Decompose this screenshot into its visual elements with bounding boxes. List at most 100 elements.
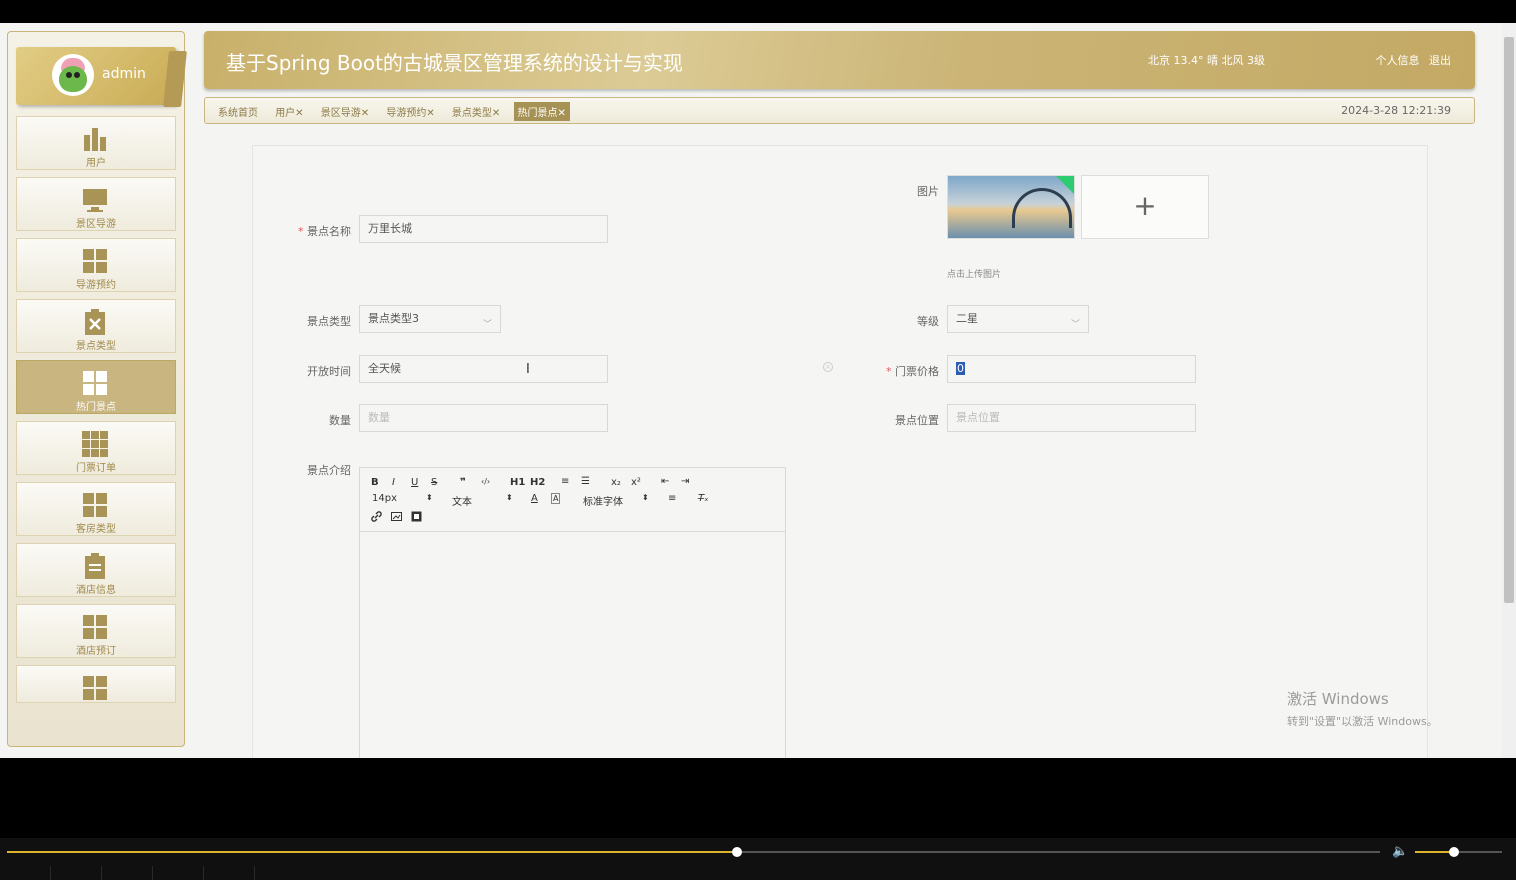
outdent-button[interactable]: ⇤ <box>661 476 669 487</box>
sidebar-item-hot-spots[interactable]: 热门景点 <box>16 360 176 414</box>
font-color-icon[interactable]: A <box>531 493 538 504</box>
app-header: 基于Spring Boot的古城景区管理系统的设计与实现 北京 13.4° 晴 … <box>204 31 1475 89</box>
app-title: 基于Spring Boot的古城景区管理系统的设计与实现 <box>226 51 683 75</box>
strike-button[interactable]: S <box>431 477 437 488</box>
link-icon[interactable] <box>371 511 382 522</box>
block-style-select[interactable]: 文本 <box>452 493 472 508</box>
sort-icon: ⬍ <box>506 493 513 502</box>
spot-type-value: 景点类型3 <box>368 312 419 325</box>
tab-home[interactable]: 系统首页 <box>214 102 262 121</box>
image-upload-button[interactable]: + <box>1081 175 1209 239</box>
quote-button[interactable]: ❞ <box>460 477 466 488</box>
avatar-frog <box>59 66 87 92</box>
volume-icon[interactable]: 🔈 <box>1392 844 1408 859</box>
bullet-list-button[interactable]: ☰ <box>581 476 590 487</box>
page-scrollbar[interactable] <box>1502 23 1516 758</box>
sidebar-item-label: 客房类型 <box>76 524 116 535</box>
sidebar-item-spot-types[interactable]: 景点类型 <box>16 299 176 353</box>
progress-bar[interactable] <box>7 847 1380 857</box>
image-icon[interactable] <box>391 511 402 522</box>
location-input[interactable]: 景点位置 <box>947 404 1196 432</box>
upload-hint: 点击上传图片 <box>947 270 1002 280</box>
superscript-button[interactable]: x² <box>631 477 641 488</box>
strip-cell <box>0 866 51 880</box>
avatar-eye-right <box>74 72 80 78</box>
header-links: 个人信息 退出 <box>1370 52 1452 68</box>
sort-icon: ⬍ <box>642 493 649 502</box>
sidebar-item-more[interactable] <box>16 665 176 703</box>
sidebar-item-guides[interactable]: 景区导游 <box>16 177 176 231</box>
tabs: 系统首页 用户✕ 景区导游✕ 导游预约✕ 景点类型✕ 热门景点✕ <box>214 102 576 121</box>
tab-guides[interactable]: 景区导游✕ <box>317 102 373 121</box>
h1-button[interactable]: H1 <box>510 477 525 488</box>
sidebar-item-hotel-booking[interactable]: 酒店预订 <box>16 604 176 658</box>
sidebar-item-hotel-info[interactable]: 酒店信息 <box>16 543 176 597</box>
browser-viewport: admin 用户 景区导游 导游预约 景点类型 热门景点 门票订单 客房类型 酒… <box>0 23 1516 758</box>
image-label: 图片 <box>917 185 939 198</box>
bold-button[interactable]: B <box>371 477 379 488</box>
sidebar-item-ticket-orders[interactable]: 门票订单 <box>16 421 176 475</box>
bar-chart-icon <box>84 128 106 151</box>
sidebar-item-label: 导游预约 <box>76 280 116 291</box>
sidebar-item-users[interactable]: 用户 <box>16 116 176 170</box>
strip-cell <box>102 866 153 880</box>
weather-info: 北京 13.4° 晴 北风 3级 <box>1148 54 1265 67</box>
spot-name-input[interactable]: 万里长城 <box>359 215 608 243</box>
quantity-label: 数量 <box>329 414 351 427</box>
tab-hot-spots[interactable]: 热门景点✕ <box>513 102 570 121</box>
tab-users[interactable]: 用户✕ <box>271 102 307 121</box>
ordered-list-button[interactable]: ≡ <box>561 476 569 487</box>
plus-icon: + <box>1133 189 1157 222</box>
indent-button[interactable]: ⇥ <box>681 476 689 487</box>
profile-link[interactable]: 个人信息 <box>1376 54 1420 67</box>
editor-toolbar: B I U S ❞ ‹/› H1 H2 ≡ ☰ x₂ x² ⇤ ⇥ 14px ⬍… <box>360 468 785 532</box>
clipboard-icon <box>85 553 105 579</box>
subscript-button[interactable]: x₂ <box>611 477 621 488</box>
user-card: admin <box>16 47 187 107</box>
sidebar-item-guide-booking[interactable]: 导游预约 <box>16 238 176 292</box>
clear-icon[interactable]: × <box>823 362 833 372</box>
sidebar-item-label: 酒店预订 <box>76 646 116 657</box>
grade-select[interactable]: 二星 ﹀ <box>947 305 1089 333</box>
clear-format-icon[interactable]: T̶ₓ <box>698 493 709 504</box>
avatar <box>52 54 94 96</box>
uploaded-image-thumbnail[interactable] <box>947 175 1075 239</box>
background-color-icon[interactable]: A <box>551 493 561 504</box>
sidebar-item-room-types[interactable]: 客房类型 <box>16 482 176 536</box>
font-size-select[interactable]: 14px <box>372 493 397 504</box>
underline-button[interactable]: U <box>411 477 418 488</box>
align-icon[interactable]: ≡ <box>668 493 676 504</box>
tab-guide-booking[interactable]: 导游预约✕ <box>382 102 438 121</box>
sidebar-item-label: 门票订单 <box>76 463 116 474</box>
avatar-eye-left <box>66 72 72 78</box>
grade-label: 等级 <box>917 315 939 328</box>
font-family-select[interactable]: 标准字体 <box>583 493 623 508</box>
image-corner-mark <box>1056 176 1074 194</box>
spot-type-select[interactable]: 景点类型3 ﹀ <box>359 305 501 333</box>
grid-icon <box>83 493 107 517</box>
sort-icon: ⬍ <box>426 493 433 502</box>
ticket-price-input[interactable]: 0 <box>947 355 1196 383</box>
volume-slider[interactable] <box>1415 847 1502 857</box>
grid-icon <box>83 676 107 700</box>
rich-text-editor: B I U S ❞ ‹/› H1 H2 ≡ ☰ x₂ x² ⇤ ⇥ 14px ⬍… <box>359 467 786 758</box>
sidebar: admin 用户 景区导游 导游预约 景点类型 热门景点 门票订单 客房类型 酒… <box>7 31 187 747</box>
logout-link[interactable]: 退出 <box>1429 54 1451 67</box>
h2-button[interactable]: H2 <box>530 477 545 488</box>
open-time-label: 开放时间 <box>307 365 351 378</box>
grid-icon <box>83 249 107 273</box>
clipboard-x-icon <box>85 309 105 335</box>
text-cursor-icon: I <box>526 362 530 377</box>
scrollbar-thumb[interactable] <box>1504 37 1514 603</box>
code-button[interactable]: ‹/› <box>481 477 490 486</box>
italic-button[interactable]: I <box>392 477 395 488</box>
progress-knob[interactable] <box>732 847 743 857</box>
sidebar-item-label: 景区导游 <box>76 219 116 230</box>
datetime: 2024-3-28 12:21:39 <box>1341 104 1451 117</box>
volume-knob[interactable] <box>1449 847 1460 857</box>
strip-cell <box>51 866 102 880</box>
tab-spot-types[interactable]: 景点类型✕ <box>448 102 504 121</box>
quantity-input[interactable]: 数量 <box>359 404 608 432</box>
video-icon[interactable] <box>411 511 422 522</box>
open-time-input[interactable]: 全天候 I <box>359 355 608 383</box>
